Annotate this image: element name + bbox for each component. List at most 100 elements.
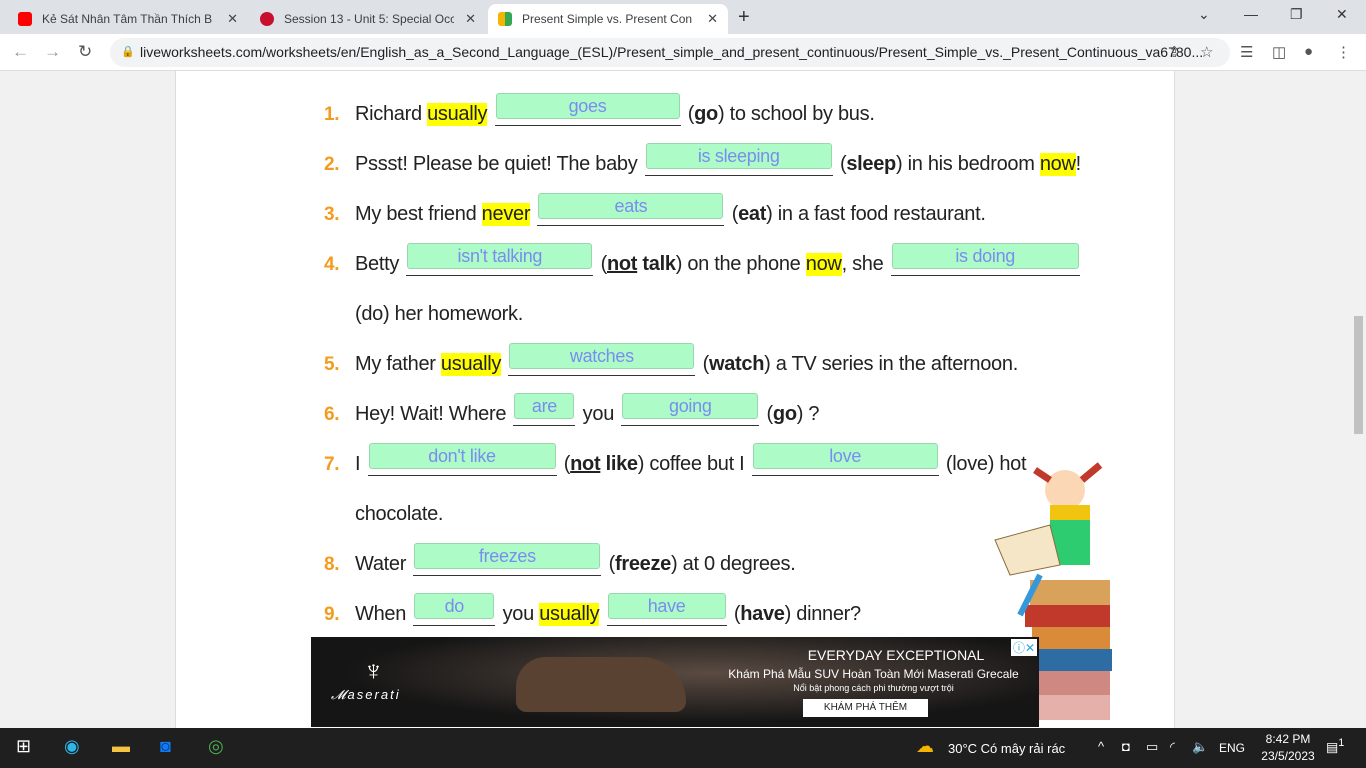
clock-date[interactable]: 23/5/2023 xyxy=(1254,749,1322,763)
answer-input[interactable]: is sleeping xyxy=(645,143,832,169)
answer-blank[interactable]: eats xyxy=(537,193,725,226)
notification-center-icon[interactable]: ▤1 xyxy=(1326,737,1344,755)
site-icon xyxy=(260,12,274,26)
sentence-text: ! xyxy=(1075,153,1082,175)
sentence-line: 4. Betty isn't talking (not talk) on the … xyxy=(324,243,1082,276)
new-tab-button[interactable]: + xyxy=(738,6,750,29)
verb-hint: watch xyxy=(708,353,765,375)
battery-icon[interactable]: ▭ xyxy=(1146,739,1158,755)
sentence-text: When xyxy=(355,603,412,625)
taskbar: ⊞ ◉ ▬ ◙ ◎ ☁ 30°C Có mây rải rác ^ ◘ ▭ ◜ … xyxy=(0,728,1366,768)
sentence-text: ) to school by bus. xyxy=(717,103,875,125)
tab-youtube[interactable]: Kẻ Sát Nhân Tâm Thần Thích BẮT ✕ xyxy=(8,4,248,34)
clock-time[interactable]: 8:42 PM xyxy=(1260,732,1316,746)
chrome-icon[interactable]: ◎ xyxy=(208,736,224,757)
sentence-number: 8. xyxy=(324,554,340,575)
answer-blank[interactable]: love xyxy=(751,443,939,476)
file-explorer-icon[interactable]: ▬ xyxy=(112,736,130,757)
maserati-ad-banner[interactable]: ♆ 𝓜aserati EVERYDAY EXCEPTIONAL Khám Phá… xyxy=(311,637,1039,727)
wifi-icon[interactable]: ◜ xyxy=(1170,739,1175,755)
weather-text[interactable]: 30°C Có mây rải rác xyxy=(948,741,1065,756)
tab-title: Kẻ Sát Nhân Tâm Thần Thích BẮT xyxy=(42,12,212,26)
verb-hint: sleep xyxy=(846,153,896,175)
answer-input[interactable]: love xyxy=(752,443,938,469)
sentence-text: , she xyxy=(841,253,889,275)
tab-present-simple[interactable]: Present Simple vs. Present Contir ✕ xyxy=(488,4,728,34)
highlighted-word: usually xyxy=(427,103,488,126)
negation-hint: not xyxy=(570,453,601,475)
back-button[interactable]: ← xyxy=(12,42,29,62)
menu-icon[interactable]: ⋮ xyxy=(1336,43,1351,61)
answer-blank[interactable]: goes xyxy=(494,93,681,126)
profile-icon[interactable]: ● xyxy=(1304,43,1313,60)
answer-blank[interactable]: is doing xyxy=(890,243,1080,276)
tab-session13[interactable]: Session 13 - Unit 5: Special Occas ✕ xyxy=(250,4,486,34)
forward-button[interactable]: → xyxy=(44,42,61,62)
sentence-text: ( xyxy=(726,203,739,225)
answer-blank[interactable]: is sleeping xyxy=(644,143,833,176)
windows-start-icon[interactable]: ⊞ xyxy=(16,736,31,757)
close-window-button[interactable]: ✕ xyxy=(1336,6,1348,23)
answer-blank[interactable]: do xyxy=(413,593,496,626)
reload-button[interactable]: ↻ xyxy=(78,42,92,62)
lock-icon: 🔒 xyxy=(121,46,135,58)
sentence-text: Hey! Wait! Where xyxy=(355,403,512,425)
answer-input[interactable]: are xyxy=(514,393,575,419)
car-image xyxy=(516,657,686,712)
answer-input[interactable]: goes xyxy=(495,93,680,119)
sentence-text: ( xyxy=(834,153,847,175)
minimize-button[interactable]: — xyxy=(1244,6,1258,22)
answer-input[interactable]: eats xyxy=(538,193,724,219)
answer-blank[interactable]: don't like xyxy=(367,443,557,476)
sentence-text: Betty xyxy=(355,253,405,275)
sentence-text: ( xyxy=(761,403,774,425)
maserati-logo: 𝓜aserati xyxy=(331,687,401,702)
sentence-line: 5. My father usually watches (watch) a TV… xyxy=(324,343,1018,376)
sentence-text: My father xyxy=(355,353,441,375)
answer-input[interactable]: freezes xyxy=(414,543,601,569)
language-indicator[interactable]: ENG xyxy=(1219,741,1245,755)
sentence-text: you xyxy=(577,403,620,425)
answer-input[interactable]: watches xyxy=(509,343,695,369)
answer-input[interactable]: going xyxy=(622,393,759,419)
answer-blank[interactable]: freezes xyxy=(413,543,602,576)
address-bar[interactable]: 🔒 liveworksheets.com/worksheets/en/Englis… xyxy=(110,38,1230,67)
answer-input[interactable]: don't like xyxy=(368,443,556,469)
answer-input[interactable]: have xyxy=(607,593,726,619)
page-scrollbar[interactable] xyxy=(1350,71,1366,728)
close-tab-icon[interactable]: ✕ xyxy=(227,11,238,27)
reading-list-icon[interactable]: ☰ xyxy=(1240,43,1253,61)
answer-input[interactable]: is doing xyxy=(891,243,1079,269)
sentence-text: you xyxy=(497,603,540,625)
restore-button[interactable]: ❐ xyxy=(1290,6,1303,23)
highlighted-word: now xyxy=(805,253,842,276)
tab-title: Session 13 - Unit 5: Special Occas xyxy=(284,12,454,26)
sentence-line: 2. Pssst! Please be quiet! The baby is sl… xyxy=(324,143,1082,176)
answer-input[interactable]: isn't talking xyxy=(407,243,593,269)
close-tab-icon[interactable]: ✕ xyxy=(465,11,476,27)
side-panel-icon[interactable]: ◫ xyxy=(1272,43,1286,61)
zalo-icon[interactable]: ◙ xyxy=(160,736,171,757)
ad-cta-button[interactable]: KHÁM PHÁ THÊM xyxy=(803,699,928,717)
scrollbar-thumb[interactable] xyxy=(1354,316,1363,434)
ad-info-close-icon[interactable]: ⓘ✕ xyxy=(1010,639,1037,656)
edge-icon[interactable]: ◉ xyxy=(64,736,80,757)
sentence-line: 1. Richard usually goes (go) to school by… xyxy=(324,93,875,126)
close-tab-icon[interactable]: ✕ xyxy=(707,11,718,27)
sentence-number: 9. xyxy=(324,604,340,625)
sentence-text xyxy=(599,603,604,626)
tab-search-icon[interactable]: ⌄ xyxy=(1198,6,1210,23)
answer-blank[interactable]: are xyxy=(513,393,576,426)
volume-icon[interactable]: 🔈 xyxy=(1192,739,1208,755)
verb-hint: go xyxy=(694,103,718,125)
meet-icon[interactable]: ◘ xyxy=(1122,739,1130,754)
bookmark-star-icon[interactable]: ☆ xyxy=(1200,43,1213,61)
share-icon[interactable]: ⇪ xyxy=(1168,43,1181,61)
answer-blank[interactable]: going xyxy=(621,393,760,426)
answer-blank[interactable]: watches xyxy=(508,343,696,376)
answer-input[interactable]: do xyxy=(414,593,495,619)
answer-blank[interactable]: isn't talking xyxy=(406,243,594,276)
show-hidden-icons[interactable]: ^ xyxy=(1098,739,1104,754)
answer-blank[interactable]: have xyxy=(606,593,727,626)
sentence-text: Water xyxy=(355,553,412,575)
